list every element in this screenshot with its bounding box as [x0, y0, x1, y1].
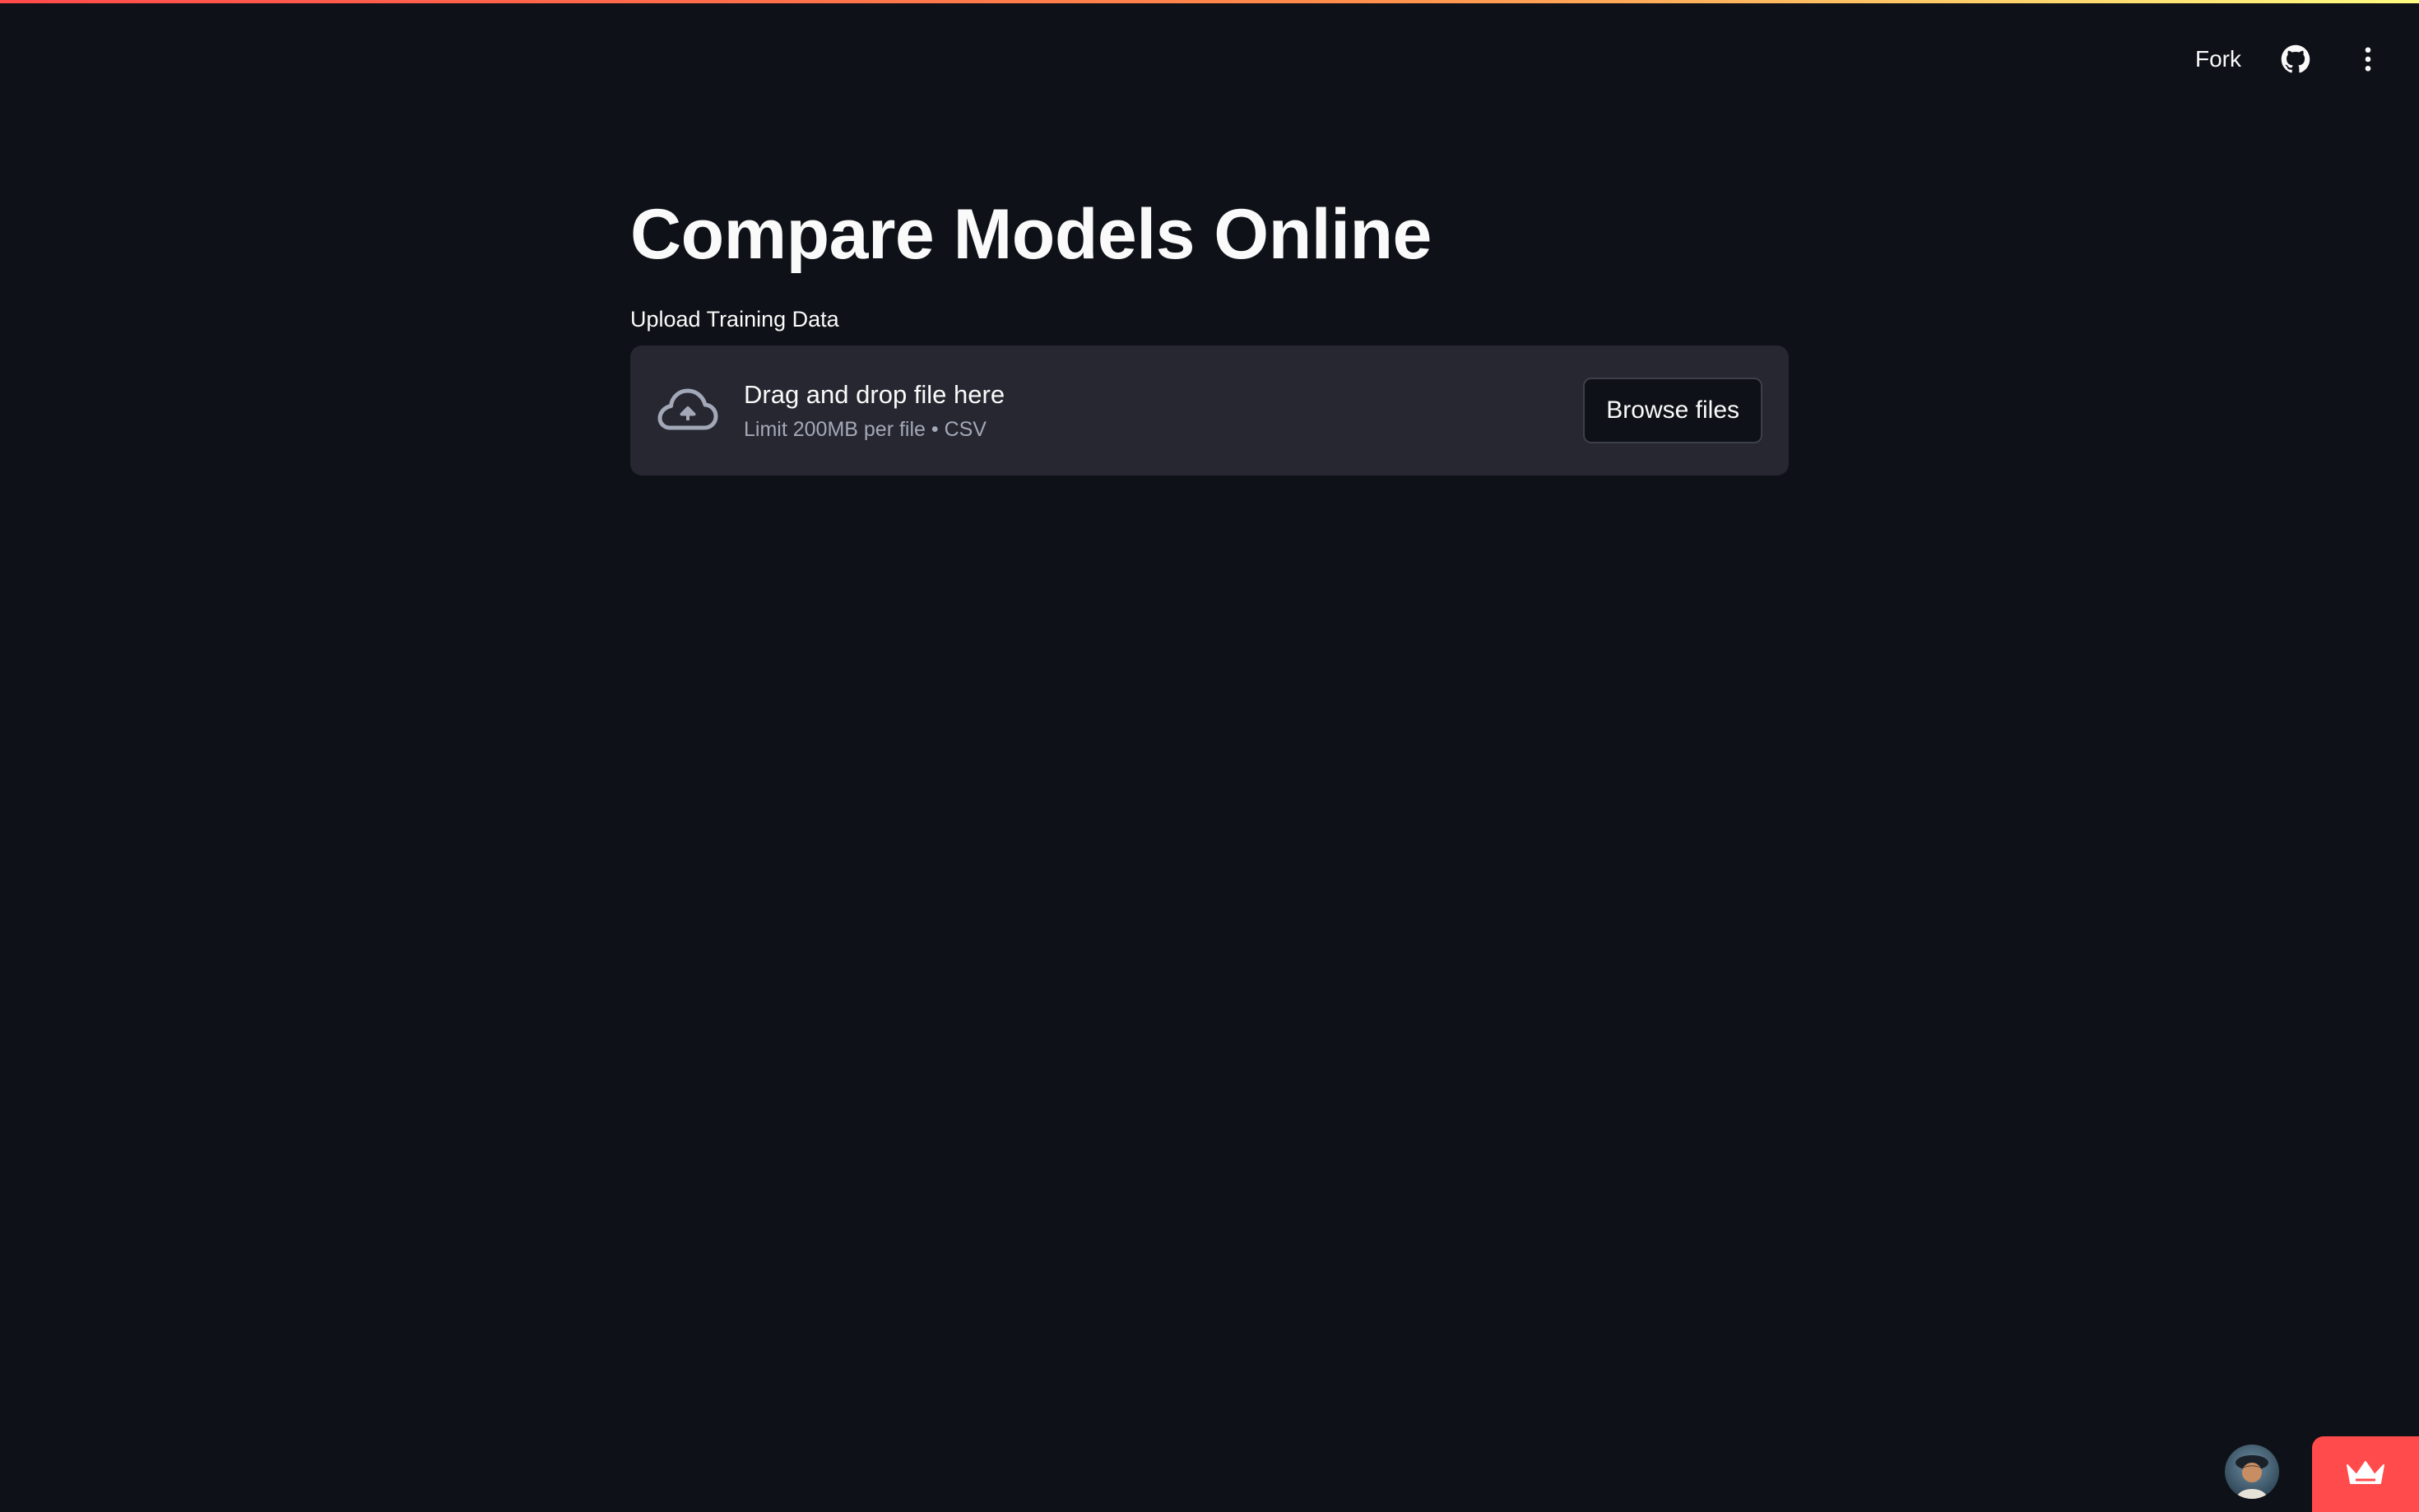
app-header: Fork: [2195, 33, 2386, 86]
main-content: Compare Models Online Upload Training Da…: [630, 181, 1789, 475]
more-vertical-icon[interactable]: [2350, 41, 2386, 77]
dropzone-instructions: Drag and drop file here: [744, 379, 1005, 409]
uploader-label: Upload Training Data: [630, 307, 839, 332]
dropzone-text: Drag and drop file here Limit 200MB per …: [744, 380, 1583, 442]
avatar[interactable]: [2225, 1445, 2279, 1499]
browse-files-button[interactable]: Browse files: [1583, 378, 1762, 443]
fork-button[interactable]: Fork: [2195, 46, 2241, 72]
crown-icon: [2344, 1459, 2387, 1491]
file-dropzone[interactable]: Drag and drop file here Limit 200MB per …: [630, 346, 1789, 475]
dropzone-limit: Limit 200MB per file • CSV: [744, 417, 987, 441]
top-decoration-bar: [0, 0, 2419, 3]
cloud-upload-icon: [657, 386, 719, 435]
crown-badge-button[interactable]: [2312, 1436, 2419, 1512]
app-page: Fork Compare Models Online Upload Traini…: [0, 0, 2419, 1512]
page-title: Compare Models Online: [630, 195, 1432, 274]
github-icon[interactable]: [2277, 41, 2314, 77]
